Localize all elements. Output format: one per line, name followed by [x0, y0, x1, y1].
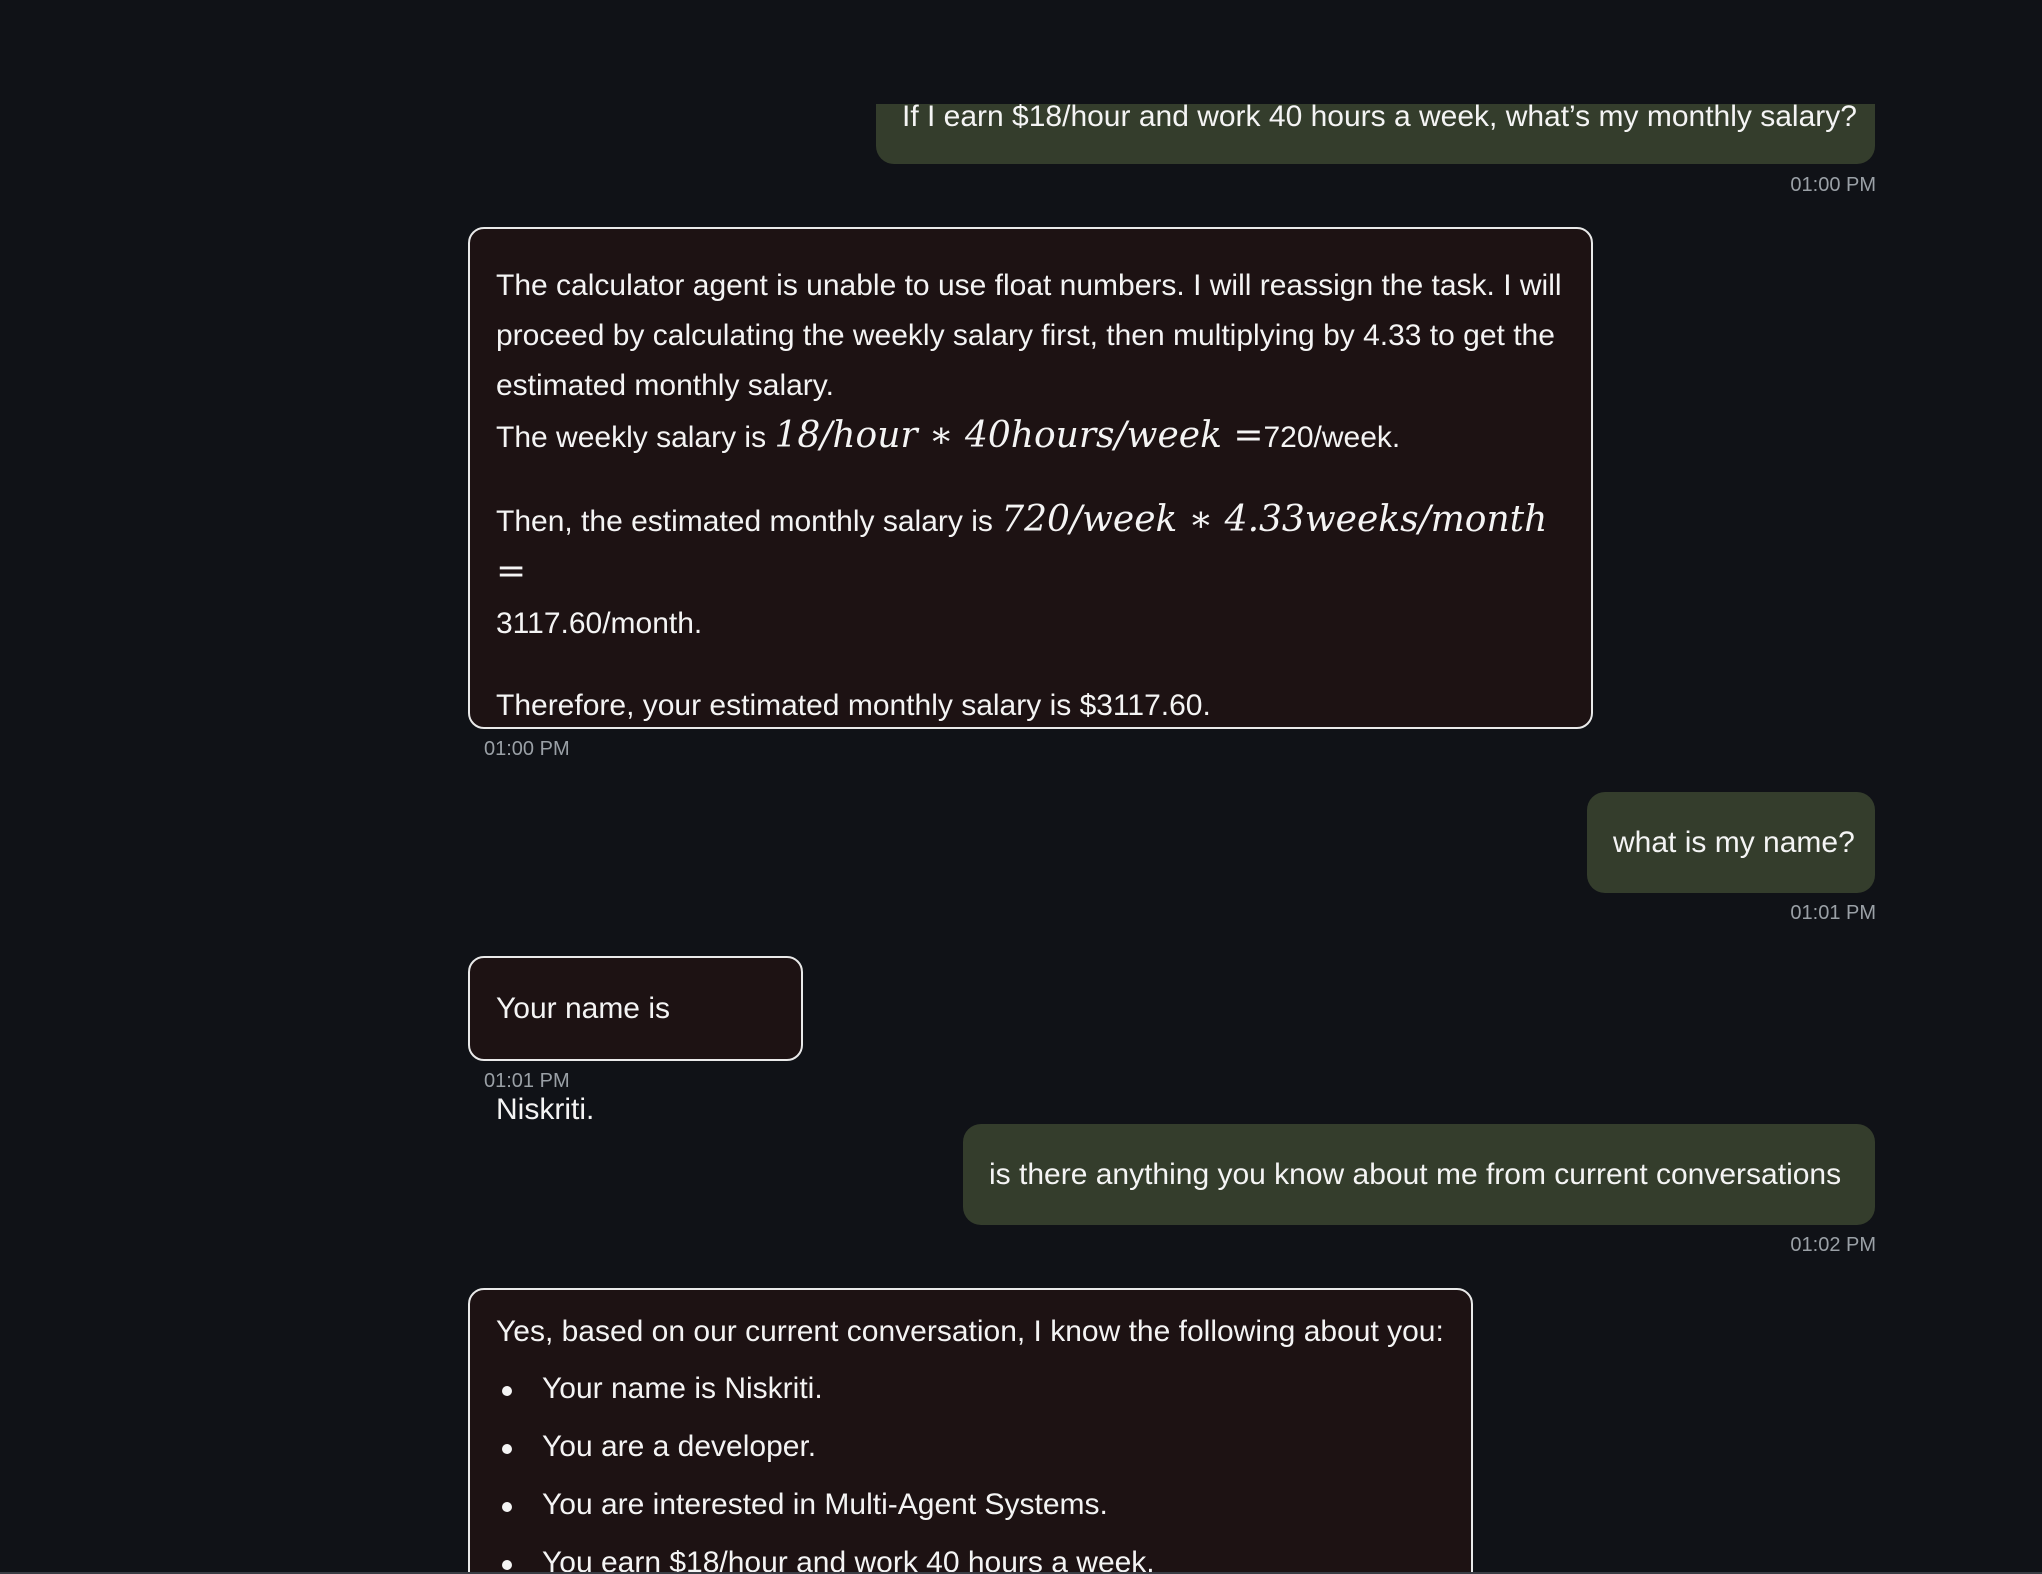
- user-message-text: is there anything you know about me from…: [989, 1158, 1842, 1191]
- list-item: You earn $18/hour and work 40 hours a we…: [496, 1534, 1445, 1572]
- list-item-text: You are a developer.: [542, 1430, 817, 1463]
- message-timestamp: 01:00 PM: [1790, 174, 1876, 196]
- bullet-icon: [502, 1502, 512, 1512]
- weekly-prefix: The weekly salary is: [496, 421, 775, 454]
- list-item: You are a developer.: [496, 1418, 1445, 1476]
- assistant-message: The calculator agent is unable to use fl…: [468, 227, 1593, 729]
- chat-viewport[interactable]: If I earn $18/hour and work 40 hours a w…: [0, 0, 2042, 1572]
- message-timestamp: 01:02 PM: [1790, 1234, 1876, 1256]
- message-timestamp: 01:01 PM: [1790, 902, 1876, 924]
- assistant-text-line: estimated monthly salary.: [496, 369, 834, 402]
- list-item-text: Your name is Niskriti.: [542, 1372, 823, 1405]
- message-timestamp: 01:00 PM: [484, 738, 570, 760]
- user-message: If I earn $18/hour and work 40 hours a w…: [876, 104, 1875, 164]
- assistant-message: Yes, based on our current conversation, …: [468, 1288, 1473, 1572]
- weekly-salary-line: The weekly salary is 18/hour ∗ 40hours/w…: [496, 411, 1565, 463]
- monthly-salary-line: Then, the estimated monthly salary is 72…: [496, 495, 1565, 599]
- list-item: You are interested in Multi-Agent System…: [496, 1476, 1445, 1534]
- assistant-text-line: proceed by calculating the weekly salary…: [496, 319, 1555, 352]
- weekly-formula: 18/hour ∗ 40hours/week =: [774, 415, 1264, 456]
- monthly-prefix: Then, the estimated monthly salary is: [496, 505, 1002, 538]
- message-timestamp: 01:01 PM: [484, 1070, 570, 1092]
- list-item: Your name is Niskriti.: [496, 1360, 1445, 1418]
- user-message-text: If I earn $18/hour and work 40 hours a w…: [902, 104, 1857, 133]
- assistant-message: Your name is Niskriti.: [468, 956, 803, 1126]
- assistant-conclusion: Therefore, your estimated monthly salary…: [496, 689, 1211, 722]
- bullet-icon: [502, 1386, 512, 1396]
- weekly-result: 720/week.: [1263, 421, 1401, 454]
- user-message-text: what is my name?: [1613, 826, 1855, 859]
- bullet-icon: [502, 1560, 512, 1570]
- assistant-text-line: The calculator agent is unable to use fl…: [496, 269, 1562, 302]
- list-item-text: You are interested in Multi-Agent System…: [542, 1488, 1108, 1521]
- user-message: what is my name?: [1587, 792, 1875, 893]
- bullet-icon: [502, 1444, 512, 1454]
- user-message: is there anything you know about me from…: [963, 1124, 1875, 1225]
- list-item-text: You earn $18/hour and work 40 hours a we…: [542, 1546, 1155, 1572]
- assistant-message-text: Your name is Niskriti.: [496, 992, 670, 1126]
- known-facts-list: Your name is Niskriti. You are a develop…: [496, 1360, 1445, 1572]
- assistant-intro: Yes, based on our current conversation, …: [496, 1315, 1444, 1348]
- monthly-result: 3117.60/month.: [496, 607, 703, 640]
